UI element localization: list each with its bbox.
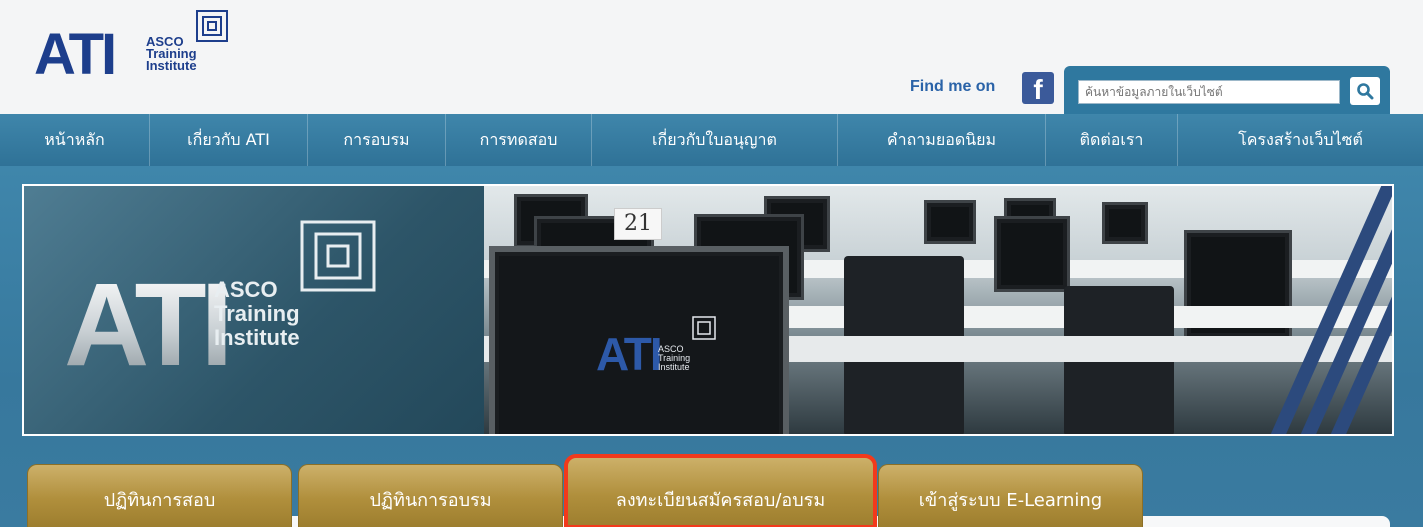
monitor-logo-subtitle: ASCO Training Institute [658,344,691,372]
tab-label: ปฏิทินการอบรม [369,490,492,511]
tab-elearning-login[interactable]: เข้าสู่ระบบ E-Learning [878,464,1143,527]
nav-item-home[interactable]: หน้าหลัก [0,114,150,166]
monitor-back [924,200,976,244]
logo-square-mark-icon [196,10,228,42]
banner-logo-subtitle: ASCO Training Institute [214,277,300,350]
hero-banner: ATI ASCO Training Institute 21 ATI ASCO … [22,184,1394,436]
site-header: ATI ASCO Training Institute Find me on f [0,0,1423,116]
nav-item-faq[interactable]: คำถามยอดนิยม [838,114,1046,166]
seat-number-sign: 21 [614,208,662,240]
nav-item-license[interactable]: เกี่ยวกับใบอนุญาต [592,114,838,166]
search-input[interactable] [1078,80,1340,104]
monitor-middle [994,216,1070,292]
monitor-square-mark-icon [692,316,716,340]
tab-label: ลงทะเบียนสมัครสอบ/อบรม [615,490,826,511]
nav-item-training[interactable]: การอบรม [308,114,446,166]
logo-subtitle: ASCO Training Institute [146,34,197,73]
tab-label: เข้าสู่ระบบ E-Learning [918,490,1103,511]
nav-item-sitemap[interactable]: โครงสร้างเว็บไซต์ [1178,114,1423,166]
banner-square-mark-icon [300,220,376,292]
tab-exam-calendar[interactable]: ปฏิทินการสอบ [27,464,292,527]
classroom-photo [354,186,1392,434]
facebook-icon[interactable]: f [1022,72,1054,104]
search-box [1064,66,1390,116]
banner-ati-text: ATI [64,259,233,391]
search-button[interactable] [1350,77,1380,105]
main-nav: หน้าหลัก เกี่ยวกับ ATI การอบรม การทดสอบ … [0,114,1423,166]
search-icon [1357,83,1374,100]
monitor-back [1102,202,1148,244]
tab-registration[interactable]: ลงทะเบียนสมัครสอบ/อบรม [564,454,877,527]
nav-item-contact[interactable]: ติดต่อเรา [1046,114,1178,166]
monitor-ati-text: ATI [596,328,663,380]
logo-ati-text: ATI [34,22,117,87]
nav-item-testing[interactable]: การทดสอบ [446,114,592,166]
tab-training-calendar[interactable]: ปฏิทินการอบรม [298,464,563,527]
nav-item-about[interactable]: เกี่ยวกับ ATI [150,114,308,166]
site-logo[interactable]: ATI ASCO Training Institute [32,8,242,88]
tab-label: ปฏิทินการสอบ [103,490,216,511]
find-me-on-label: Find me on [910,78,996,95]
